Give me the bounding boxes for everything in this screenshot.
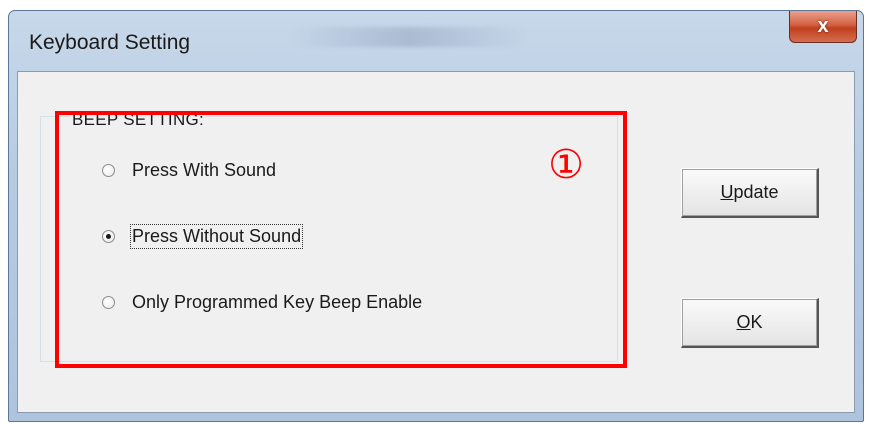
window-title: Keyboard Setting [29,31,191,54]
title-bar[interactable]: Keyboard Setting x [9,11,863,71]
ok-button-label: K [750,312,763,332]
update-button[interactable]: Update [681,168,819,218]
ok-button-accelerator: O [736,312,751,332]
ok-button[interactable]: OK [681,298,819,348]
update-button-label: pdate [733,182,779,202]
title-bar-glass [289,27,529,47]
close-icon: x [817,15,829,37]
update-button-accelerator: U [720,182,734,202]
annotation-highlight-box [55,111,627,368]
close-button[interactable]: x [789,11,857,43]
annotation-marker: ① [548,142,584,188]
